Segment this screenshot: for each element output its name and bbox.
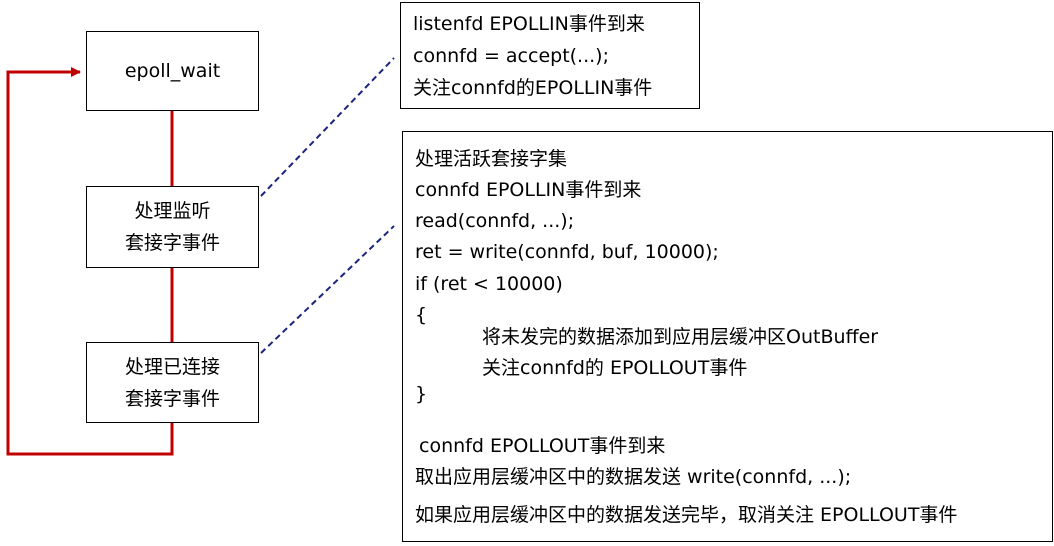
active-note-line: { [415, 304, 428, 326]
listen-handler-label-line2: 套接字事件 [124, 232, 220, 254]
active-note-line: 关注connfd的 EPOLLOUT事件 [482, 357, 748, 379]
connected-handler-label-line2: 套接字事件 [124, 387, 220, 410]
active-note-line: read(connfd, ...); [415, 210, 575, 232]
active-note-line: ret = write(connfd, buf, 10000); [415, 241, 719, 263]
listen-handler-label-line1: 处理监听 [134, 200, 211, 222]
active-note-line: connfd EPOLLIN事件到来 [415, 179, 642, 201]
active-note-line: } [415, 383, 428, 405]
listen-note-line: 关注connfd的EPOLLIN事件 [413, 77, 653, 99]
listen-note-line: listenfd EPOLLIN事件到来 [413, 13, 645, 35]
connected-handler-label-line1: 处理已连接 [124, 355, 220, 378]
listen-note-line: connfd = accept(...); [413, 45, 609, 67]
dashed-connector-listen-note [260, 57, 395, 197]
connected-handler-node: 处理已连接 套接字事件 [86, 342, 259, 423]
epoll-wait-label: epoll_wait [124, 60, 221, 82]
listen-handler-node: 处理监听 套接字事件 [86, 186, 259, 268]
active-socket-note: 处理活跃套接字集 connfd EPOLLIN事件到来 read(connfd,… [402, 131, 1053, 542]
active-note-line: connfd EPOLLOUT事件到来 [419, 435, 666, 457]
active-note-line: 取出应用层缓冲区中的数据发送 write(connfd, ...); [415, 466, 852, 488]
epoll-wait-node: epoll_wait [86, 31, 259, 111]
active-note-line: if (ret < 10000) [415, 273, 563, 295]
dashed-connector-active-note [260, 225, 395, 354]
listen-event-note: listenfd EPOLLIN事件到来 connfd = accept(...… [400, 2, 700, 109]
active-note-line: 处理活跃套接字集 [415, 148, 568, 170]
active-note-line: 如果应用层缓冲区中的数据发送完毕，取消关注 EPOLLOUT事件 [415, 504, 958, 526]
active-note-line: 将未发完的数据添加到应用层缓冲区OutBuffer [482, 326, 879, 348]
